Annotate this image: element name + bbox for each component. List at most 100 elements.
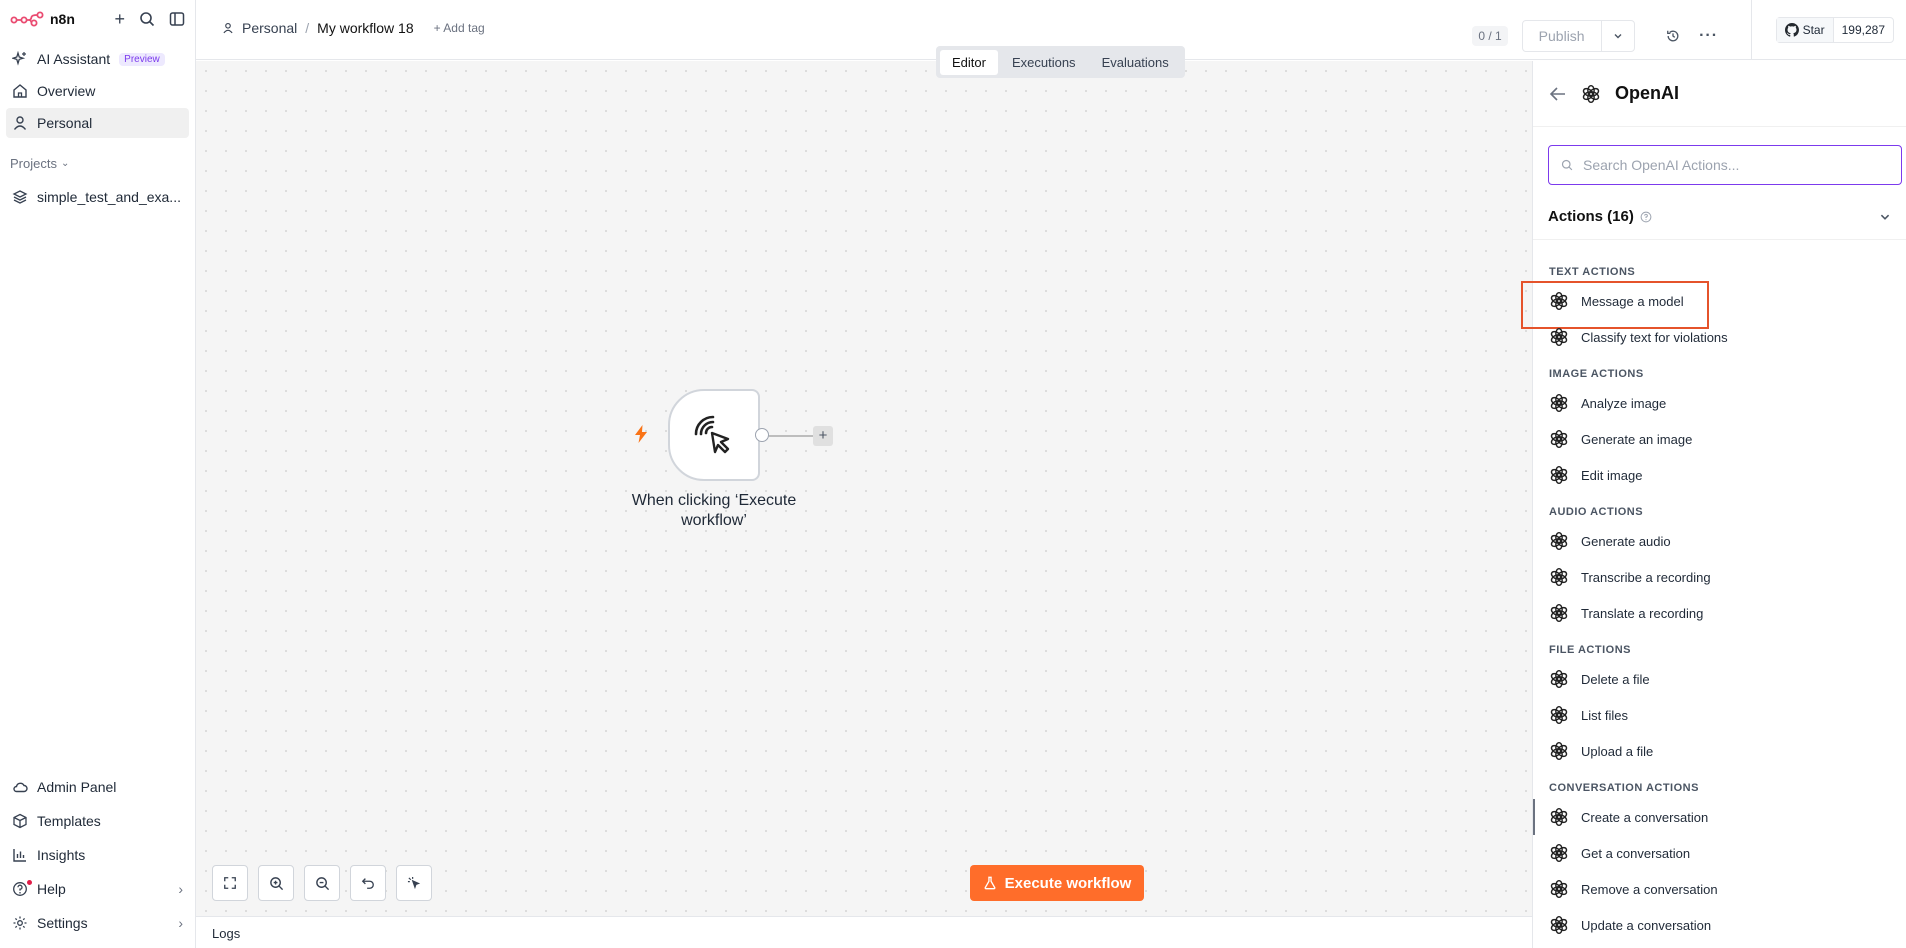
action-item[interactable]: Generate an image <box>1533 421 1906 457</box>
action-item[interactable]: Transcribe a recording <box>1533 559 1906 595</box>
tab-evaluations[interactable]: Evaluations <box>1090 50 1181 75</box>
action-group-title: FILE ACTIONS <box>1549 644 1631 656</box>
search-icon[interactable] <box>139 11 155 27</box>
action-item[interactable]: Create a conversation <box>1533 799 1906 835</box>
notification-dot <box>27 880 32 885</box>
tidy-up-button[interactable] <box>396 865 432 901</box>
publish-group: Publish <box>1521 20 1635 52</box>
action-item[interactable]: Delete a file <box>1533 661 1906 697</box>
workflow-counter: 0 / 1 <box>1472 26 1508 46</box>
tab-executions[interactable]: Executions <box>1000 50 1088 75</box>
action-label: Remove a conversation <box>1581 881 1718 897</box>
action-item[interactable]: Classify text for violations <box>1533 319 1906 355</box>
openai-icon <box>1550 327 1568 347</box>
action-group-title: TEXT ACTIONS <box>1549 266 1636 278</box>
sidebar-item-admin-panel[interactable]: Admin Panel <box>6 772 189 802</box>
openai-icon <box>1550 567 1568 587</box>
actions-header[interactable]: Actions (16) <box>1533 194 1906 240</box>
action-label: Delete a file <box>1581 671 1650 687</box>
add-node-button[interactable]: + <box>813 426 833 446</box>
help-icon <box>13 882 27 896</box>
flask-icon <box>984 876 996 890</box>
execute-workflow-button[interactable]: Execute workflow <box>970 865 1144 901</box>
trigger-node[interactable] <box>668 389 760 481</box>
github-star-button[interactable]: Star 199,287 <box>1775 17 1894 43</box>
github-star-count: 199,287 <box>1841 23 1885 37</box>
sidebar-item-help[interactable]: Help › <box>6 874 189 904</box>
zoom-in-button[interactable] <box>258 865 294 901</box>
action-item[interactable]: Analyze image <box>1533 385 1906 421</box>
chevron-down-icon: ⌄ <box>60 157 70 169</box>
sidebar-item-label: Help <box>37 881 66 897</box>
node-label: When clicking ‘Execute workflow’ <box>631 492 797 529</box>
back-arrow-icon[interactable] <box>1549 86 1567 102</box>
action-item[interactable]: Generate audio <box>1533 523 1906 559</box>
openai-icon <box>1550 393 1568 413</box>
add-tag-button[interactable]: + Add tag <box>434 21 485 35</box>
more-options-button[interactable]: ··· <box>1691 27 1727 45</box>
github-star: Star <box>1776 18 1834 42</box>
workflow-canvas[interactable]: + When clicking ‘Execute workflow’ Execu… <box>196 61 1532 916</box>
sidebar-item-settings[interactable]: Settings › <box>6 908 189 938</box>
sidebar-item-personal[interactable]: Personal <box>6 108 189 138</box>
action-item[interactable]: Remove a conversation <box>1533 871 1906 907</box>
github-icon <box>1784 23 1799 37</box>
action-item[interactable]: Edit image <box>1533 457 1906 493</box>
canvas-controls <box>212 865 432 901</box>
fit-view-button[interactable] <box>212 865 248 901</box>
search-icon <box>1561 159 1573 171</box>
openai-icon <box>1582 84 1600 103</box>
node-creator-panel: OpenAI Actions (16) TEXT ACTIONS Message … <box>1521 61 1906 948</box>
history-button[interactable] <box>1655 29 1691 43</box>
n8n-logo[interactable]: n8n <box>10 11 75 27</box>
sidebar: n8n + AI Assistant Preview Overview Pers… <box>0 0 196 948</box>
sidebar-item-project[interactable]: simple_test_and_exa... <box>6 182 189 212</box>
actions-search-input[interactable] <box>1583 157 1883 173</box>
action-item[interactable]: Update a conversation <box>1533 907 1906 943</box>
action-item[interactable]: Translate a recording <box>1533 595 1906 631</box>
sidebar-item-ai-assistant[interactable]: AI Assistant Preview <box>6 44 189 74</box>
fullscreen-icon <box>224 877 236 889</box>
sidebar-item-templates[interactable]: Templates <box>6 806 189 836</box>
panel-header: OpenAI <box>1533 61 1906 127</box>
layers-icon <box>12 190 28 204</box>
openai-icon <box>1550 741 1568 761</box>
panel-title: OpenAI <box>1615 83 1680 103</box>
plus-icon[interactable]: + <box>114 9 125 30</box>
node-connector <box>769 435 813 437</box>
projects-section-toggle[interactable]: Projects ⌄ <box>0 152 195 174</box>
publish-button[interactable]: Publish <box>1523 21 1602 51</box>
publish-dropdown-button[interactable] <box>1602 21 1634 51</box>
undo-button[interactable] <box>350 865 386 901</box>
zoom-out-button[interactable] <box>304 865 340 901</box>
action-label: Create a conversation <box>1581 809 1709 825</box>
github-star-label: Star <box>1802 23 1825 37</box>
action-group-title: AUDIO ACTIONS <box>1549 506 1644 518</box>
actions-count-label: Actions (16) <box>1548 208 1634 225</box>
action-label: Get a conversation <box>1581 845 1691 861</box>
node-output-handle[interactable] <box>755 428 769 442</box>
github-widget: Star 199,287 <box>1750 0 1894 60</box>
preview-badge: Preview <box>119 52 165 66</box>
actions-search-box[interactable] <box>1548 145 1902 185</box>
action-label: Transcribe a recording <box>1581 569 1711 585</box>
workflow-name[interactable]: My workflow 18 <box>317 20 413 36</box>
cloud-icon <box>13 782 28 793</box>
action-item[interactable]: Get a conversation <box>1533 835 1906 871</box>
action-item[interactable]: Message a model <box>1521 281 1906 329</box>
openai-icon <box>1550 429 1568 449</box>
zoom-out-icon <box>315 876 329 890</box>
sidebar-item-overview[interactable]: Overview <box>6 76 189 106</box>
tab-editor[interactable]: Editor <box>940 49 998 75</box>
chevron-right-icon: › <box>178 881 183 897</box>
action-item[interactable]: List files <box>1533 697 1906 733</box>
openai-icon <box>1550 843 1568 863</box>
sidebar-item-label: Templates <box>37 813 101 829</box>
breadcrumb-project[interactable]: Personal <box>242 20 297 36</box>
sidebar-item-insights[interactable]: Insights <box>6 840 189 870</box>
sidebar-item-label: Personal <box>37 115 93 131</box>
logs-bar[interactable]: Logs <box>196 916 1532 948</box>
action-label: Generate an image <box>1581 431 1693 447</box>
sidebar-toggle-icon[interactable] <box>169 11 185 27</box>
action-item[interactable]: Upload a file <box>1533 733 1906 769</box>
